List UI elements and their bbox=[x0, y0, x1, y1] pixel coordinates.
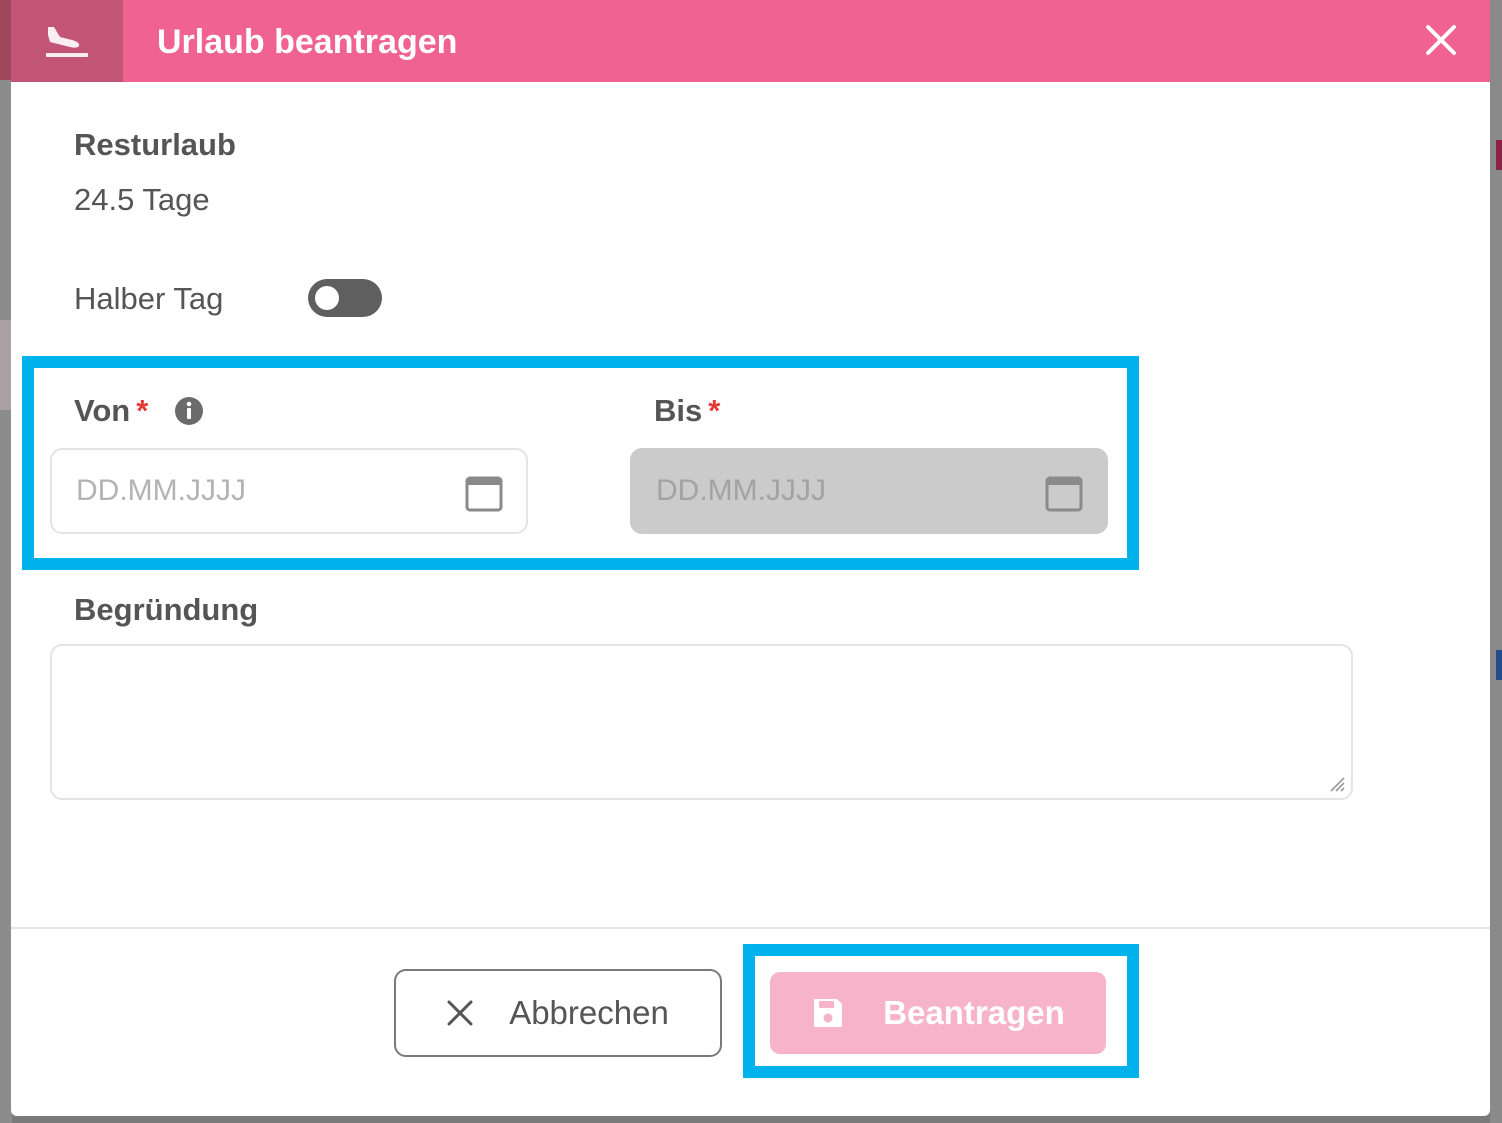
submit-button-label: Beantragen bbox=[883, 994, 1065, 1031]
close-icon bbox=[1426, 25, 1456, 55]
half-day-toggle[interactable] bbox=[308, 279, 382, 317]
dialog-header: Urlaub beantragen bbox=[11, 0, 1490, 82]
toggle-knob bbox=[315, 286, 339, 310]
remaining-vacation-label: Resturlaub bbox=[74, 127, 236, 162]
background-fragment bbox=[1496, 140, 1502, 170]
cancel-button[interactable]: Abbrechen bbox=[394, 969, 722, 1057]
submit-button[interactable]: Beantragen bbox=[770, 972, 1106, 1054]
info-icon[interactable] bbox=[174, 396, 204, 426]
remaining-vacation-value: 24.5 Tage bbox=[74, 182, 210, 217]
reason-textarea[interactable] bbox=[62, 656, 1336, 790]
reason-field[interactable] bbox=[50, 644, 1353, 800]
background-page-right bbox=[1490, 0, 1502, 1123]
reason-label: Begründung bbox=[74, 592, 259, 627]
from-label-text: Von bbox=[74, 393, 131, 428]
to-date-input[interactable] bbox=[656, 450, 1026, 532]
background-fragment bbox=[1496, 650, 1502, 680]
calendar-icon[interactable] bbox=[464, 473, 504, 513]
to-label: Bis * bbox=[654, 393, 720, 429]
dialog-title: Urlaub beantragen bbox=[157, 23, 458, 61]
footer-divider bbox=[11, 927, 1490, 929]
half-day-label: Halber Tag bbox=[74, 281, 224, 316]
airplane-landing-icon bbox=[11, 0, 123, 82]
from-date-input[interactable] bbox=[76, 450, 446, 532]
close-dialog-button[interactable] bbox=[1419, 18, 1463, 62]
to-date-field[interactable] bbox=[630, 448, 1108, 534]
resize-grip-icon[interactable] bbox=[1327, 774, 1345, 792]
from-date-field[interactable] bbox=[50, 448, 528, 534]
required-mark: * bbox=[708, 393, 721, 428]
required-mark: * bbox=[136, 393, 149, 428]
save-icon bbox=[814, 999, 843, 1027]
calendar-icon[interactable] bbox=[1044, 473, 1084, 513]
from-label: Von * bbox=[74, 393, 148, 429]
cancel-button-label: Abbrechen bbox=[509, 994, 669, 1031]
close-icon bbox=[447, 1000, 473, 1026]
vacation-request-dialog: Urlaub beantragen Resturlaub 24.5 Tage H… bbox=[11, 0, 1490, 1116]
to-label-text: Bis bbox=[654, 393, 703, 428]
